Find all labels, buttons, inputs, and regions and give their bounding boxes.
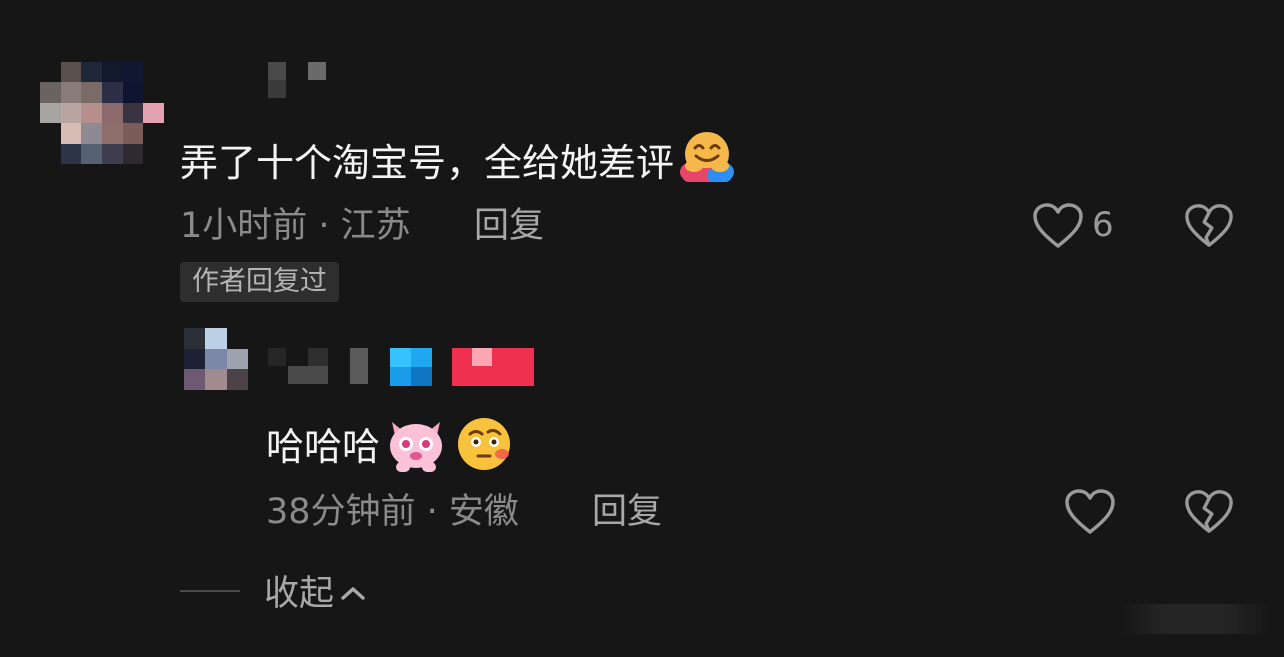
reply-text-content: 哈哈哈 (266, 425, 381, 469)
comment-time-location: 1小时前 · 江苏 (180, 206, 411, 246)
heart-icon (1065, 489, 1115, 534)
watermark (1120, 604, 1270, 634)
reply-time-location: 38分钟前 · 安徽 (266, 492, 519, 532)
username-redacted[interactable] (266, 62, 330, 100)
broken-heart-icon (1185, 204, 1233, 247)
reply-reply-button[interactable]: 回复 (592, 490, 662, 534)
reply-dislike-button[interactable] (1184, 488, 1234, 536)
avatar[interactable] (40, 62, 164, 164)
reply-text: 哈哈哈 (266, 414, 514, 485)
like-count: 6 (1092, 205, 1114, 245)
author-replied-badge: 作者回复过 (180, 262, 339, 302)
like-button[interactable]: 6 (1032, 200, 1122, 250)
comment-text-content: 弄了十个淘宝号，全给她差评 (180, 141, 675, 185)
dislike-button[interactable] (1184, 202, 1234, 250)
collapse-label: 收起 (264, 574, 335, 614)
level-badge-icon (390, 348, 432, 386)
collapse-button[interactable]: 收起 (264, 568, 366, 616)
heart-icon (1033, 203, 1083, 248)
pink-cat-sticker-icon (384, 414, 448, 485)
comment-text: 弄了十个淘宝号，全给她差评 (180, 128, 736, 195)
reply-avatar[interactable] (184, 328, 248, 390)
reply-button[interactable]: 回复 (474, 204, 544, 248)
reply-like-button[interactable] (1064, 488, 1116, 536)
chevron-up-icon (340, 568, 366, 612)
face-with-hand-over-mouth-icon (454, 414, 514, 485)
broken-heart-icon (1185, 490, 1233, 533)
author-tag-badge-icon (452, 348, 534, 386)
collapse-divider (180, 590, 240, 592)
hugging-face-icon (678, 128, 736, 195)
